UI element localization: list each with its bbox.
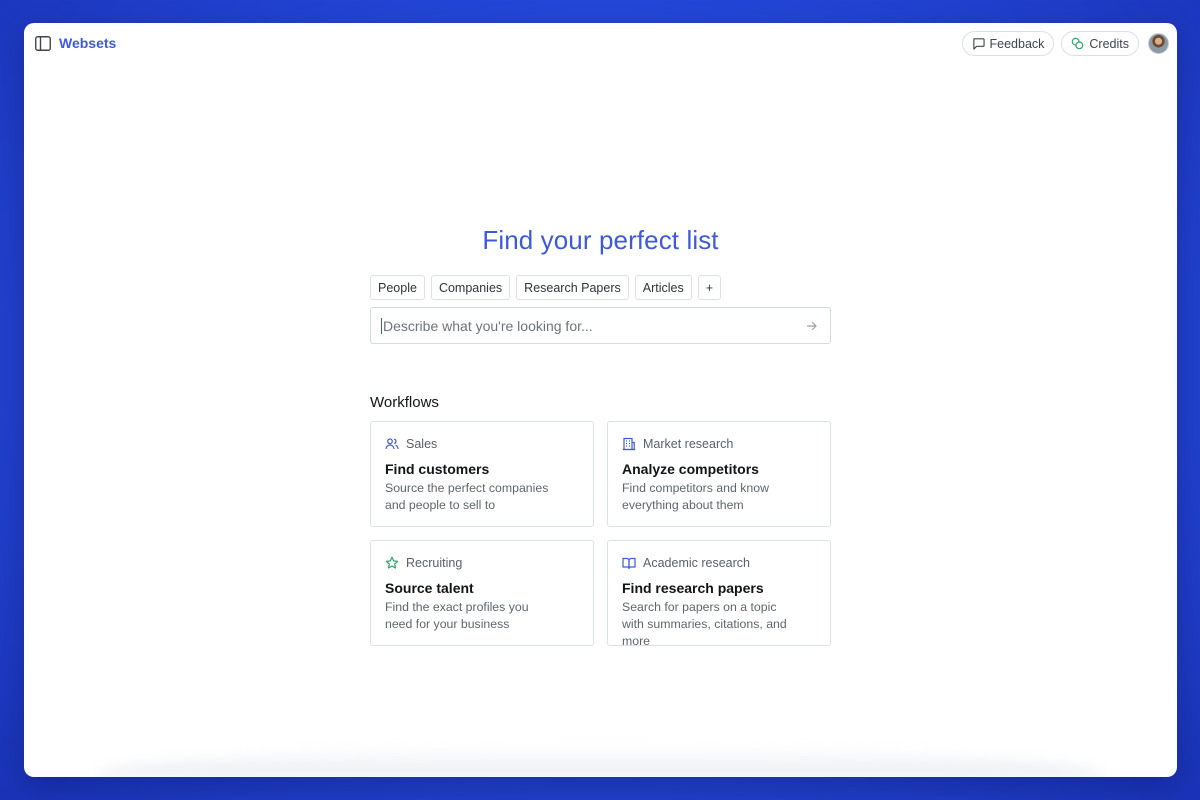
brand-title[interactable]: Websets: [59, 35, 116, 51]
workflow-title: Source talent: [385, 580, 474, 596]
coins-icon: [1072, 37, 1084, 50]
workflow-category: Market research: [622, 436, 816, 452]
workflow-title: Find customers: [385, 461, 490, 477]
workflow-card-sales[interactable]: Sales Find customers Source the perfect …: [370, 421, 594, 527]
chip-research-papers[interactable]: Research Papers: [516, 275, 629, 300]
workflow-category-label: Recruiting: [406, 556, 463, 570]
search-input[interactable]: [381, 317, 804, 334]
workflow-card-academic-research[interactable]: Academic research Find research papers S…: [607, 540, 831, 648]
workflow-category: Academic research: [622, 555, 816, 571]
star-icon: [385, 556, 399, 569]
workflow-category-label: Market research: [643, 437, 734, 451]
building-icon: [622, 437, 636, 451]
workflow-category: Recruiting: [385, 555, 579, 571]
workflow-card-market-research[interactable]: Market research Analyze competitors Find…: [607, 421, 831, 527]
page-title: Find your perfect list: [482, 225, 719, 255]
sidebar-panel-icon: [35, 36, 51, 51]
users-icon: [385, 438, 399, 450]
workflow-card-recruiting[interactable]: Recruiting Source talent Find the exact …: [370, 540, 594, 646]
sidebar-toggle-button[interactable]: [35, 36, 51, 51]
arrow-right-icon: [806, 321, 817, 330]
workflow-category-label: Academic research: [643, 556, 750, 570]
credits-button[interactable]: Credits: [1061, 31, 1139, 56]
feedback-label: Feedback: [989, 36, 1045, 51]
workflow-description: Find the exact profiles you need for you…: [385, 600, 529, 631]
chip-companies[interactable]: Companies: [430, 275, 511, 300]
search-box: [370, 307, 831, 344]
feedback-button[interactable]: Feedback: [961, 31, 1055, 56]
app-window: Websets Feedback Credits Find your perfe…: [24, 23, 1177, 777]
workflow-title: Analyze competitors: [622, 461, 759, 477]
header-actions: Feedback Credits: [961, 31, 1169, 56]
submit-search-button[interactable]: [804, 318, 820, 334]
chip-people[interactable]: People: [370, 275, 425, 300]
workflow-description: Search for papers on a topic with summar…: [622, 600, 787, 648]
chip-articles[interactable]: Articles: [634, 275, 692, 300]
credits-label: Credits: [1089, 36, 1129, 51]
workflow-description: Find competitors and know everything abo…: [622, 481, 769, 512]
workflow-category: Sales: [385, 436, 579, 452]
chip-add-more[interactable]: +: [697, 275, 722, 300]
top-bar: Websets Feedback Credits: [24, 23, 1177, 65]
user-avatar[interactable]: [1148, 33, 1169, 54]
book-open-icon: [622, 557, 636, 570]
workflow-title: Find research papers: [622, 580, 764, 596]
message-square-icon: [972, 38, 985, 50]
workflow-description: Source the perfect companies and people …: [385, 481, 549, 512]
entity-type-chips: People Companies Research Papers Article…: [370, 275, 722, 300]
workflows-heading: Workflows: [370, 394, 439, 411]
workflow-category-label: Sales: [406, 437, 438, 451]
